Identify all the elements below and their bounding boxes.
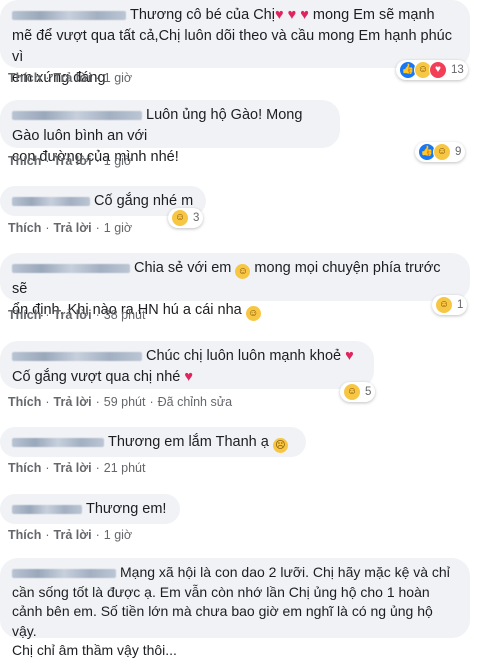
comment-timestamp[interactable]: 1 giờ	[104, 71, 132, 85]
comment-actions: Thích · Trả lời · 1 giờ	[8, 71, 133, 85]
comment-actions: Thích · Trả lời · 21 phút	[8, 461, 146, 475]
comment-text: Cố gắng nhé m	[94, 193, 194, 209]
haha-icon: ☺	[171, 209, 189, 227]
blurred-author-name[interactable]	[12, 568, 116, 578]
reaction-summary[interactable]: ☺ 1	[432, 295, 468, 315]
reaction-count: 3	[193, 212, 200, 224]
blurred-author-name[interactable]	[12, 196, 90, 206]
comment-actions: Thích · Trả lời · 59 phút · Đã chỉnh sửa	[8, 395, 233, 409]
reply-link[interactable]: Trả lời	[54, 461, 92, 475]
reply-link[interactable]: Trả lời	[54, 221, 92, 235]
comment-timestamp[interactable]: 1 giờ	[104, 221, 132, 235]
comment-text: Chia sẻ với em	[134, 260, 232, 276]
reaction-summary[interactable]: 👍 ☺ ♥ 13	[396, 60, 468, 80]
like-link[interactable]: Thích	[8, 71, 41, 85]
blurred-author-name[interactable]	[12, 504, 82, 514]
comment-actions: Thích · Trả lời · 1 giờ	[8, 221, 133, 235]
comment-bubble: Chia sẻ với em ☺ mong mọi chuyện phía tr…	[0, 253, 470, 321]
comment-text: mẽ để vượt qua tất cả,Chị luôn dõi theo …	[12, 28, 452, 65]
comment-text: Cố gắng vượt qua chị nhé	[12, 369, 181, 385]
smile-emoji: ☺	[245, 306, 261, 321]
reply-link[interactable]: Trả lời	[54, 71, 92, 85]
comment-text: Chúc chị luôn luôn mạnh khoẻ	[146, 348, 342, 364]
like-link[interactable]: Thích	[8, 221, 41, 235]
blurred-author-name[interactable]	[12, 10, 126, 20]
comment-bubble: Thương em!	[0, 494, 180, 524]
sad-emoji: ☹	[272, 438, 288, 453]
reaction-count: 13	[451, 64, 464, 76]
reaction-count: 1	[457, 299, 464, 311]
blurred-author-name[interactable]	[12, 351, 142, 361]
reply-link[interactable]: Trả lời	[54, 154, 92, 168]
comment-timestamp[interactable]: 38 phút	[104, 308, 146, 322]
comment-timestamp[interactable]: 21 phút	[104, 461, 146, 475]
comment-text: cần sống tốt là được ạ. Em vẫn còn nhớ l…	[12, 583, 430, 600]
heart-emoji: ♥	[345, 348, 354, 364]
reaction-summary[interactable]: 👍 ☺ 9	[415, 142, 466, 162]
reaction-summary[interactable]: ☺ 5	[340, 382, 376, 402]
haha-icon: ☺	[343, 383, 361, 401]
blurred-author-name[interactable]	[12, 110, 142, 120]
blurred-author-name[interactable]	[12, 437, 104, 447]
comment-bubble: Luôn ủng hộ Gào! Mong Gào luôn bình an v…	[0, 100, 340, 165]
heart-emoji: ♥ ♥ ♥	[274, 7, 309, 23]
comment-text: mong Em sẽ mạnh	[312, 7, 435, 23]
comment-actions: Thích · Trả lời · 1 giờ	[8, 154, 133, 168]
comment-bubble: Chúc chị luôn luôn mạnh khoẻ ♥ Cố gắng v…	[0, 341, 374, 389]
comment-actions: Thích · Trả lời · 1 giờ	[8, 528, 133, 542]
comment-bubble: Mạng xã hội là con dao 2 lưỡi. Chị hãy m…	[0, 558, 470, 658]
like-link[interactable]: Thích	[8, 308, 41, 322]
comment-timestamp[interactable]: 1 giờ	[104, 154, 132, 168]
reply-link[interactable]: Trả lời	[54, 395, 92, 409]
like-link[interactable]: Thích	[8, 154, 41, 168]
comment-timestamp[interactable]: 1 giờ	[104, 528, 132, 542]
comment-timestamp[interactable]: 59 phút	[104, 395, 146, 409]
reaction-count: 5	[365, 386, 372, 398]
like-link[interactable]: Thích	[8, 461, 41, 475]
reply-link[interactable]: Trả lời	[54, 528, 92, 542]
smile-emoji: ☺	[235, 264, 251, 279]
comment-text: Thương em lắm Thanh ạ	[108, 434, 269, 450]
edited-label[interactable]: Đã chỉnh sửa	[158, 395, 232, 409]
heart-emoji: ♥	[184, 369, 193, 385]
comment-text: Mạng xã hội là con dao 2 lưỡi. Chị hãy m…	[120, 564, 450, 580]
like-link[interactable]: Thích	[8, 528, 41, 542]
like-link[interactable]: Thích	[8, 395, 41, 409]
reply-link[interactable]: Trả lời	[54, 308, 92, 322]
haha-icon: ☺	[435, 296, 453, 314]
comment-text: Chị chỉ âm thầm vậy thôi...	[12, 642, 177, 658]
reaction-summary[interactable]: ☺ 3	[168, 208, 204, 228]
comment-text: Thương em!	[86, 501, 167, 517]
comment-text: cảnh bên em. Số tiền lớn mà chưa bao giờ…	[12, 603, 433, 639]
comment-bubble: Thương em lắm Thanh ạ ☹	[0, 427, 306, 457]
comment-bubble: Thương cô bé của Chị♥ ♥ ♥ mong Em sẽ mạn…	[0, 0, 470, 86]
blurred-author-name[interactable]	[12, 263, 130, 273]
haha-icon: ☺	[433, 143, 451, 161]
comment-text: Thương cô bé của Chị	[130, 7, 275, 23]
reaction-count: 9	[455, 146, 462, 158]
comment-actions: Thích · Trả lời · 38 phút	[8, 308, 146, 322]
love-icon: ♥	[429, 61, 447, 79]
